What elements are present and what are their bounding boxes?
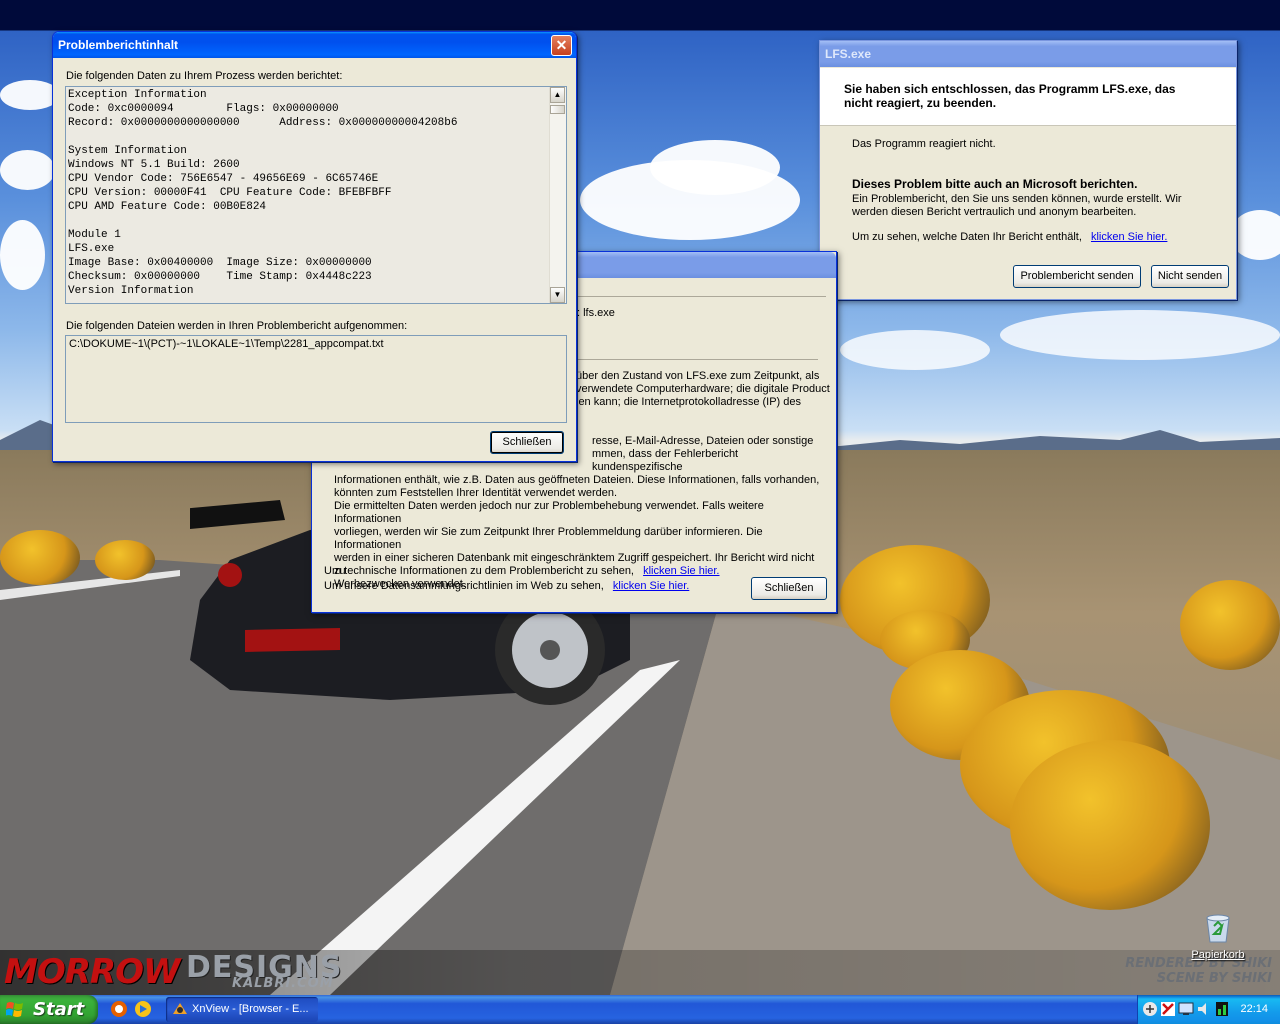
report-data-text: Exception Information Code: 0xc0000094 F… (68, 89, 458, 297)
text-line: könnten zum Feststellen Ihrer Identität … (334, 487, 618, 499)
lfs-dialog-report-text: Ein Problembericht, den Sie uns senden k… (852, 193, 1182, 219)
text-line: len kann; die Internetprotokolladresse (… (576, 396, 802, 408)
wallpaper-bush (1180, 580, 1280, 670)
firefox-icon[interactable] (110, 1000, 128, 1018)
report-info-paragraph1: über den Zustand von LFS.exe zum Zeitpun… (576, 370, 830, 409)
desktop-icon-recycle-bin[interactable]: Papierkorb (1186, 912, 1250, 961)
sound-icon[interactable] (1196, 1001, 1212, 1017)
wallpaper-bush (1010, 740, 1210, 910)
scroll-thumb[interactable] (550, 105, 565, 114)
windows-logo-icon (6, 1002, 23, 1017)
taskbar: Start XnView - [Browser - E... 22:14 (0, 995, 1280, 1024)
text-line: vorliegen, werden wir Sie zum Zeitpunkt … (334, 526, 763, 551)
lfs-dialog-see-data-text: Um zu sehen, welche Daten Ihr Bericht en… (852, 231, 1082, 243)
recycle-bin-icon (1206, 914, 1230, 943)
lfs-dialog-header-text: Sie haben sich entschlossen, das Program… (844, 82, 1175, 110)
wallpaper-cloud (0, 150, 55, 190)
tech-info-link[interactable]: klicken Sie hier. (643, 565, 719, 577)
text-line: verwendete Computerhardware; die digital… (576, 383, 830, 395)
lfs-dialog-report-line: werden diesen Bericht vertraulich und an… (852, 206, 1137, 218)
wallpaper-cloud (1000, 310, 1280, 360)
lfs-dialog-report-heading: Dieses Problem bitte auch an Microsoft b… (852, 177, 1138, 191)
details-close-button[interactable]: Schließen (490, 431, 564, 454)
xnview-icon (173, 1003, 187, 1014)
start-button[interactable]: Start (0, 995, 98, 1024)
clock[interactable]: 22:14 (1240, 995, 1268, 1024)
files-textbox[interactable]: C:\DOKUME~1\(PCT)-~1\LOKALE~1\Temp\2281_… (65, 335, 567, 423)
media-icon[interactable] (134, 1000, 152, 1018)
wallpaper-brand-logo: MORROW (4, 952, 181, 992)
report-info-app-name: : lfs.exe (577, 307, 615, 319)
lfs-dialog-header: Sie haben sich entschlossen, das Program… (820, 68, 1236, 126)
task-xnview[interactable]: XnView - [Browser - E... (166, 997, 318, 1022)
shield-icon[interactable] (1160, 1001, 1176, 1017)
lfs-dialog-report-line: Ein Problembericht, den Sie uns senden k… (852, 193, 1182, 205)
wallpaper-cloud (1230, 210, 1280, 260)
system-tray: 22:14 (1137, 995, 1280, 1024)
close-icon[interactable]: ✕ (551, 35, 572, 56)
scroll-up-button[interactable]: ▲ (550, 87, 565, 103)
report-data-scrollbar[interactable]: ▲ ▼ (549, 87, 566, 303)
send-report-button[interactable]: Problembericht senden (1013, 265, 1141, 288)
dont-send-button[interactable]: Nicht senden (1151, 265, 1229, 288)
lfs-dialog-title: LFS.exe (825, 47, 872, 61)
process-data-label: Die folgenden Daten zu Ihrem Prozess wer… (66, 70, 343, 82)
lfs-dialog-header-line: nicht reagiert, zu beenden. (844, 96, 997, 110)
text-line: Informationen enthält, wie z.B. Daten au… (334, 474, 820, 486)
file-entry: C:\DOKUME~1\(PCT)-~1\LOKALE~1\Temp\2281_… (69, 338, 384, 350)
task-xnview-label: XnView - [Browser - E... (192, 1003, 309, 1015)
desktop-icon-label: Papierkorb (1191, 949, 1245, 961)
files-label: Die folgenden Dateien werden in Ihren Pr… (66, 320, 408, 332)
lfs-dialog-see-data-link[interactable]: klicken Sie hier. (1091, 231, 1167, 243)
wallpaper-cloud (0, 80, 60, 110)
divider (572, 359, 818, 360)
text-line: Die ermittelten Daten werden jedoch nur … (334, 500, 764, 525)
start-label: Start (33, 999, 85, 1020)
wallpaper-cloud (840, 330, 990, 370)
report-details-title: Problemberichtinhalt (58, 38, 179, 52)
lfs-dialog: LFS.exe Sie haben sich entschlossen, das… (819, 40, 1237, 300)
lfs-dialog-titlebar[interactable]: LFS.exe (820, 41, 1236, 67)
report-info-policy-row: Um unsere Datensammlungsrichtlinien im W… (324, 580, 689, 592)
wallpaper-brand-url: KALBRI.COM (232, 976, 334, 991)
network-icon[interactable] (1142, 1001, 1158, 1017)
lfs-dialog-see-data: Um zu sehen, welche Daten Ihr Bericht en… (852, 231, 1167, 243)
policy-link[interactable]: klicken Sie hier. (613, 580, 689, 592)
wallpaper-bush (95, 540, 155, 580)
report-details-dialog: Problemberichtinhalt ✕ Die folgenden Dat… (52, 31, 577, 462)
text-line: über den Zustand von LFS.exe zum Zeitpun… (576, 370, 820, 382)
meter-icon[interactable] (1214, 1001, 1230, 1017)
lfs-dialog-status: Das Programm reagiert nicht. (852, 138, 996, 150)
lfs-dialog-header-line: Sie haben sich entschlossen, das Program… (844, 82, 1176, 96)
wallpaper-cloud (650, 140, 780, 195)
wallpaper-bush (0, 530, 80, 585)
report-data-textbox[interactable]: Exception Information Code: 0xc0000094 F… (65, 86, 567, 304)
report-details-titlebar[interactable]: Problemberichtinhalt ✕ (53, 32, 576, 58)
wallpaper-credit-line: SCENE BY SHIKI (1156, 971, 1272, 986)
info-close-button[interactable]: Schließen (751, 577, 827, 600)
display-icon[interactable] (1178, 1001, 1194, 1017)
report-info-tech-row: Um technische Informationen zu dem Probl… (324, 565, 720, 577)
wallpaper-cloud (0, 220, 45, 290)
scroll-down-button[interactable]: ▼ (550, 287, 565, 303)
report-info-tech-text: Um technische Informationen zu dem Probl… (324, 565, 634, 577)
report-info-policy-text: Um unsere Datensammlungsrichtlinien im W… (324, 580, 604, 592)
